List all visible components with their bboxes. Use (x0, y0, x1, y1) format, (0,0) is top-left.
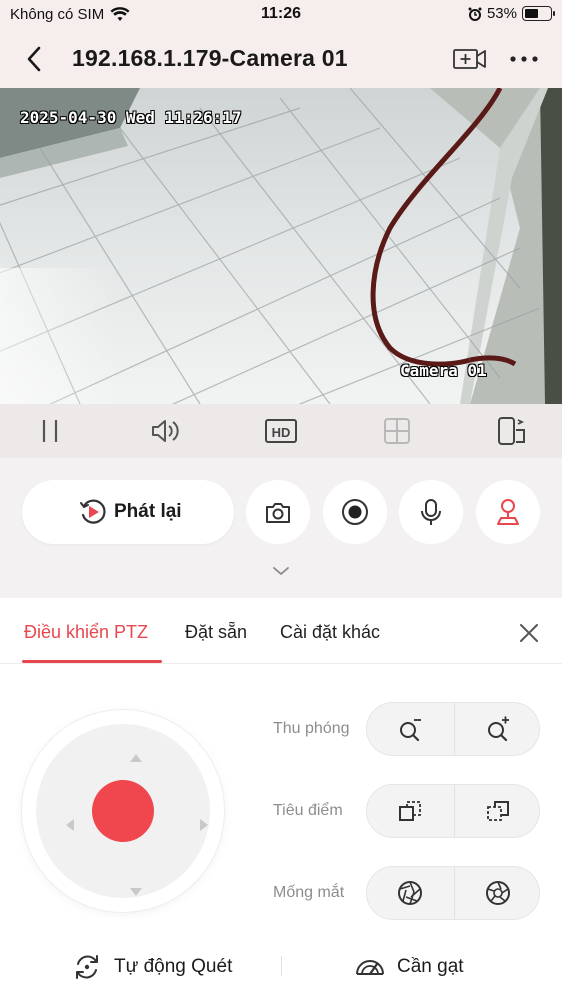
arrow-left-icon[interactable] (66, 819, 74, 831)
focus-control (366, 784, 540, 838)
camera-video-feed[interactable]: 2025-04-30 Wed 11:26:17 Camera 01 (0, 88, 562, 404)
tab-other-settings[interactable]: Cài đặt khác (280, 622, 380, 643)
aperture-open-icon (486, 881, 510, 905)
playback-button[interactable]: Phát lại (22, 480, 234, 544)
wiper-label: Cần gạt (397, 956, 464, 977)
playback-icon (80, 499, 106, 524)
battery-percent: 53% (486, 5, 517, 22)
video-controls-bar: HD (0, 404, 562, 458)
arrow-up-icon[interactable] (130, 754, 142, 762)
microphone-icon (421, 499, 441, 525)
video-timestamp: 2025-04-30 Wed 11:26:17 (20, 108, 242, 127)
active-tab-indicator (22, 660, 162, 663)
zoom-control (366, 702, 540, 756)
focus-label: Tiêu điểm (273, 802, 343, 819)
iris-label: Mống mắt (273, 884, 345, 901)
pause-icon[interactable] (34, 416, 66, 446)
playback-label: Phát lại (114, 501, 182, 522)
ptz-button[interactable] (476, 480, 540, 544)
status-bar: Không có SIM 11:26 53% (0, 0, 562, 34)
app-root: Không có SIM 11:26 53% 192.168.1.179-Cam… (0, 0, 562, 1000)
rotate-screen-icon[interactable] (496, 416, 528, 446)
tabs-bar: Điều khiển PTZ Đặt sẵn Cài đặt khác (0, 598, 562, 664)
iris-control (366, 866, 540, 920)
grid-icon (384, 418, 410, 444)
zoom-in-button[interactable] (454, 703, 541, 755)
zoom-in-icon (488, 716, 509, 742)
wiper-icon (356, 960, 384, 976)
focus-near-icon (399, 801, 421, 821)
joystick-handle[interactable] (92, 780, 154, 842)
hd-icon[interactable]: HD (265, 416, 297, 446)
snapshot-button[interactable] (246, 480, 310, 544)
iris-close-button[interactable] (367, 867, 454, 919)
battery-icon (522, 6, 555, 21)
arrow-down-icon[interactable] (130, 888, 142, 896)
video-camera-label: Camera 01 (400, 361, 487, 380)
speaker-icon[interactable] (150, 416, 182, 446)
close-icon[interactable] (516, 620, 542, 646)
focus-far-button[interactable] (454, 785, 541, 837)
joystick-pad[interactable] (36, 724, 210, 898)
alarm-icon (468, 7, 482, 21)
ptz-joystick-icon (497, 499, 519, 525)
auto-scan-icon (76, 955, 98, 979)
action-area: Phát lại (0, 458, 562, 598)
aperture-icon (398, 881, 422, 905)
arrow-right-icon[interactable] (200, 819, 208, 831)
divider (281, 956, 282, 976)
ptz-panel: Thu phóng Tiêu điểm Mống mắt Tự động Qué… (0, 664, 562, 1000)
camera-icon (266, 503, 290, 523)
talk-button[interactable] (399, 480, 463, 544)
wiper-button[interactable]: Cần gạt (355, 952, 464, 982)
add-camera-icon[interactable] (452, 44, 488, 74)
nav-bar: 192.168.1.179-Camera 01 (0, 34, 562, 88)
zoom-out-icon (400, 719, 421, 742)
focus-near-button[interactable] (367, 785, 454, 837)
tab-presets[interactable]: Đặt sẵn (185, 622, 247, 643)
more-icon[interactable] (506, 44, 542, 74)
auto-scan-button[interactable]: Tự động Quét (72, 952, 232, 982)
zoom-label: Thu phóng (273, 720, 350, 737)
record-icon (342, 499, 368, 525)
record-button[interactable] (323, 480, 387, 544)
back-arrow-icon[interactable] (20, 44, 50, 74)
status-right: 53% (468, 5, 555, 22)
iris-open-button[interactable] (454, 867, 541, 919)
focus-far-icon (487, 801, 509, 821)
hd-label: HD (272, 425, 291, 440)
auto-scan-label: Tự động Quét (114, 956, 233, 977)
zoom-out-button[interactable] (367, 703, 454, 755)
ptz-joystick[interactable] (22, 710, 224, 912)
chevron-down-icon[interactable] (270, 562, 292, 580)
page-title: 192.168.1.179-Camera 01 (72, 45, 348, 71)
camera-scene (0, 88, 562, 404)
tab-ptz-control[interactable]: Điều khiển PTZ (24, 622, 148, 643)
